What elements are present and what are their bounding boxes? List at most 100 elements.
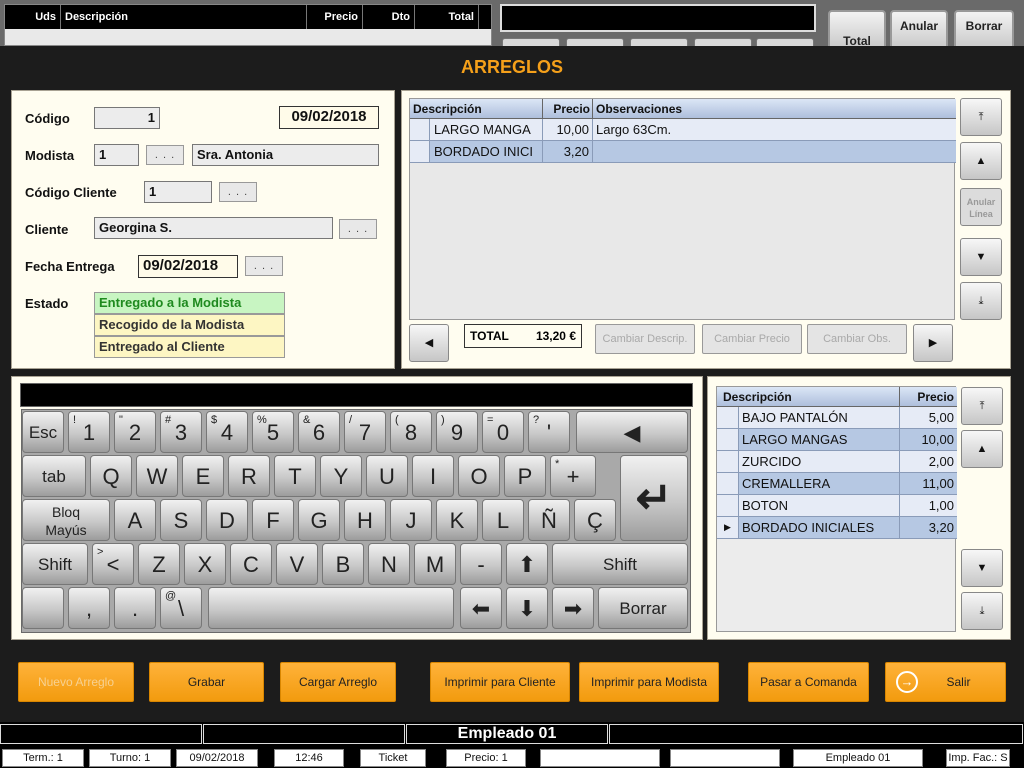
key-w[interactable]: W xyxy=(136,455,178,497)
keyboard-input-display[interactable] xyxy=(20,383,693,407)
pasar-comanda-button[interactable]: Pasar a Comanda xyxy=(748,662,869,702)
codigo-field[interactable]: 1 xyxy=(94,107,160,129)
key-o[interactable]: O xyxy=(458,455,500,497)
key-borrar[interactable]: Borrar xyxy=(598,587,688,629)
cambiar-obs-button[interactable]: Cambiar Obs. xyxy=(807,324,907,354)
key-tab[interactable]: tab xyxy=(22,455,86,497)
salir-button[interactable]: → Salir xyxy=(885,662,1006,702)
key-arrow-down[interactable]: ⬇ xyxy=(506,587,548,629)
key-comma[interactable]: , xyxy=(68,587,110,629)
fecha-entrega-picker-button[interactable]: . . . xyxy=(245,256,283,276)
nuevo-arreglo-button[interactable]: Nuevo Arreglo xyxy=(18,662,134,702)
key-u[interactable]: U xyxy=(366,455,408,497)
key-backslash[interactable]: @ \ xyxy=(160,587,202,629)
fecha-entrega-field[interactable]: 09/02/2018 xyxy=(138,255,238,278)
catalog-prev-button[interactable]: ▲ xyxy=(961,430,1003,468)
key-s[interactable]: S xyxy=(160,499,202,541)
catalog-table[interactable]: Descripción Precio BAJO PANTALÓN 5,00 LAR… xyxy=(716,386,957,632)
key-enye[interactable]: Ñ xyxy=(528,499,570,541)
key-h[interactable]: H xyxy=(344,499,386,541)
catalog-next-button[interactable]: ▼ xyxy=(961,549,1003,587)
key-k[interactable]: K xyxy=(436,499,478,541)
imprimir-modista-button[interactable]: Imprimir para Modista xyxy=(579,662,719,702)
estado-option-entregado-cliente[interactable]: Entregado al Cliente xyxy=(94,336,285,358)
catalog-first-button[interactable]: ⤒ xyxy=(961,387,1003,425)
codigo-cliente-field[interactable]: 1 xyxy=(144,181,212,203)
key-4[interactable]: $4 xyxy=(206,411,248,453)
key-e[interactable]: E xyxy=(182,455,224,497)
key-arrow-up[interactable]: ⬆ xyxy=(506,543,548,585)
prev-line-button[interactable]: ▲ xyxy=(960,142,1002,180)
key-v[interactable]: V xyxy=(276,543,318,585)
key-f[interactable]: F xyxy=(252,499,294,541)
fecha-field[interactable]: 09/02/2018 xyxy=(279,106,379,129)
key-0[interactable]: = 0 xyxy=(482,411,524,453)
next-line-button[interactable]: ▼ xyxy=(960,238,1002,276)
key-g[interactable]: G xyxy=(298,499,340,541)
key-backspace[interactable]: ◀ xyxy=(576,411,688,453)
table-row[interactable]: LARGO MANGA 10,00 Largo 63Cm. xyxy=(410,119,956,141)
key-9[interactable]: ) 9 xyxy=(436,411,478,453)
key-shift-left[interactable]: Shift xyxy=(22,543,88,585)
key-space[interactable] xyxy=(208,587,454,629)
key-r[interactable]: R xyxy=(228,455,270,497)
key-apostrophe[interactable]: ? ' xyxy=(528,411,570,453)
table-row[interactable]: BORDADO INICI 3,20 xyxy=(410,141,956,163)
cambiar-descrip-button[interactable]: Cambiar Descrip. xyxy=(595,324,695,354)
key-n[interactable]: N xyxy=(368,543,410,585)
key-p[interactable]: P xyxy=(504,455,546,497)
cargar-arreglo-button[interactable]: Cargar Arreglo xyxy=(280,662,396,702)
key-shift-right[interactable]: Shift xyxy=(552,543,688,585)
key-a[interactable]: A xyxy=(114,499,156,541)
catalog-last-button[interactable]: ⤓ xyxy=(961,592,1003,630)
anular-linea-button[interactable]: Anular Línea xyxy=(960,188,1002,226)
key-3[interactable]: #3 xyxy=(160,411,202,453)
scroll-right-button[interactable]: ▶ xyxy=(913,324,953,362)
key-period[interactable]: . xyxy=(114,587,156,629)
estado-option-recogido-modista[interactable]: Recogido de la Modista xyxy=(94,314,285,336)
table-row[interactable]: LARGO MANGAS 10,00 xyxy=(717,429,957,451)
key-arrow-left[interactable]: ⬅ xyxy=(460,587,502,629)
modista-id-field[interactable]: 1 xyxy=(94,144,139,166)
key-enter[interactable]: ↵ xyxy=(620,455,688,541)
key-z[interactable]: Z xyxy=(138,543,180,585)
key-arrow-right[interactable]: ➡ xyxy=(552,587,594,629)
first-line-button[interactable]: ⤒ xyxy=(960,98,1002,136)
key-c[interactable]: C xyxy=(230,543,272,585)
key-2[interactable]: " 2 xyxy=(114,411,156,453)
key-8[interactable]: (8 xyxy=(390,411,432,453)
key-cedilla[interactable]: Ç xyxy=(574,499,616,541)
scroll-left-button[interactable]: ◀ xyxy=(409,324,449,362)
table-row[interactable]: CREMALLERA 11,00 xyxy=(717,473,957,495)
modista-lookup-button[interactable]: . . . xyxy=(146,145,184,165)
key-i[interactable]: I xyxy=(412,455,454,497)
cliente-field[interactable]: Georgina S. xyxy=(94,217,333,239)
table-row[interactable]: ZURCIDO 2,00 xyxy=(717,451,957,473)
key-1[interactable]: ! 1 xyxy=(68,411,110,453)
cambiar-precio-button[interactable]: Cambiar Precio xyxy=(702,324,802,354)
key-m[interactable]: M xyxy=(414,543,456,585)
key-caps-lock[interactable]: Bloq Mayús xyxy=(22,499,110,541)
estado-option-entregado-modista[interactable]: Entregado a la Modista xyxy=(94,292,285,314)
lines-table[interactable]: Descripción Precio Observaciones LARGO M… xyxy=(409,98,956,320)
key-esc[interactable]: Esc xyxy=(22,411,64,453)
grabar-button[interactable]: Grabar xyxy=(149,662,264,702)
last-line-button[interactable]: ⤓ xyxy=(960,282,1002,320)
key-7[interactable]: /7 xyxy=(344,411,386,453)
key-x[interactable]: X xyxy=(184,543,226,585)
key-blank[interactable] xyxy=(22,587,64,629)
key-y[interactable]: Y xyxy=(320,455,362,497)
key-t[interactable]: T xyxy=(274,455,316,497)
table-row[interactable]: BAJO PANTALÓN 5,00 xyxy=(717,407,957,429)
key-b[interactable]: B xyxy=(322,543,364,585)
key-d[interactable]: D xyxy=(206,499,248,541)
key-6[interactable]: & 6 xyxy=(298,411,340,453)
key-q[interactable]: Q xyxy=(90,455,132,497)
cliente-lookup-button[interactable]: . . . xyxy=(339,219,377,239)
key-j[interactable]: J xyxy=(390,499,432,541)
key-plus[interactable]: * + xyxy=(550,455,596,497)
table-row[interactable]: ▶ BORDADO INICIALES 3,20 xyxy=(717,517,957,539)
cliente-code-lookup-button[interactable]: . . . xyxy=(219,182,257,202)
key-l[interactable]: L xyxy=(482,499,524,541)
table-row[interactable]: BOTON 1,00 xyxy=(717,495,957,517)
